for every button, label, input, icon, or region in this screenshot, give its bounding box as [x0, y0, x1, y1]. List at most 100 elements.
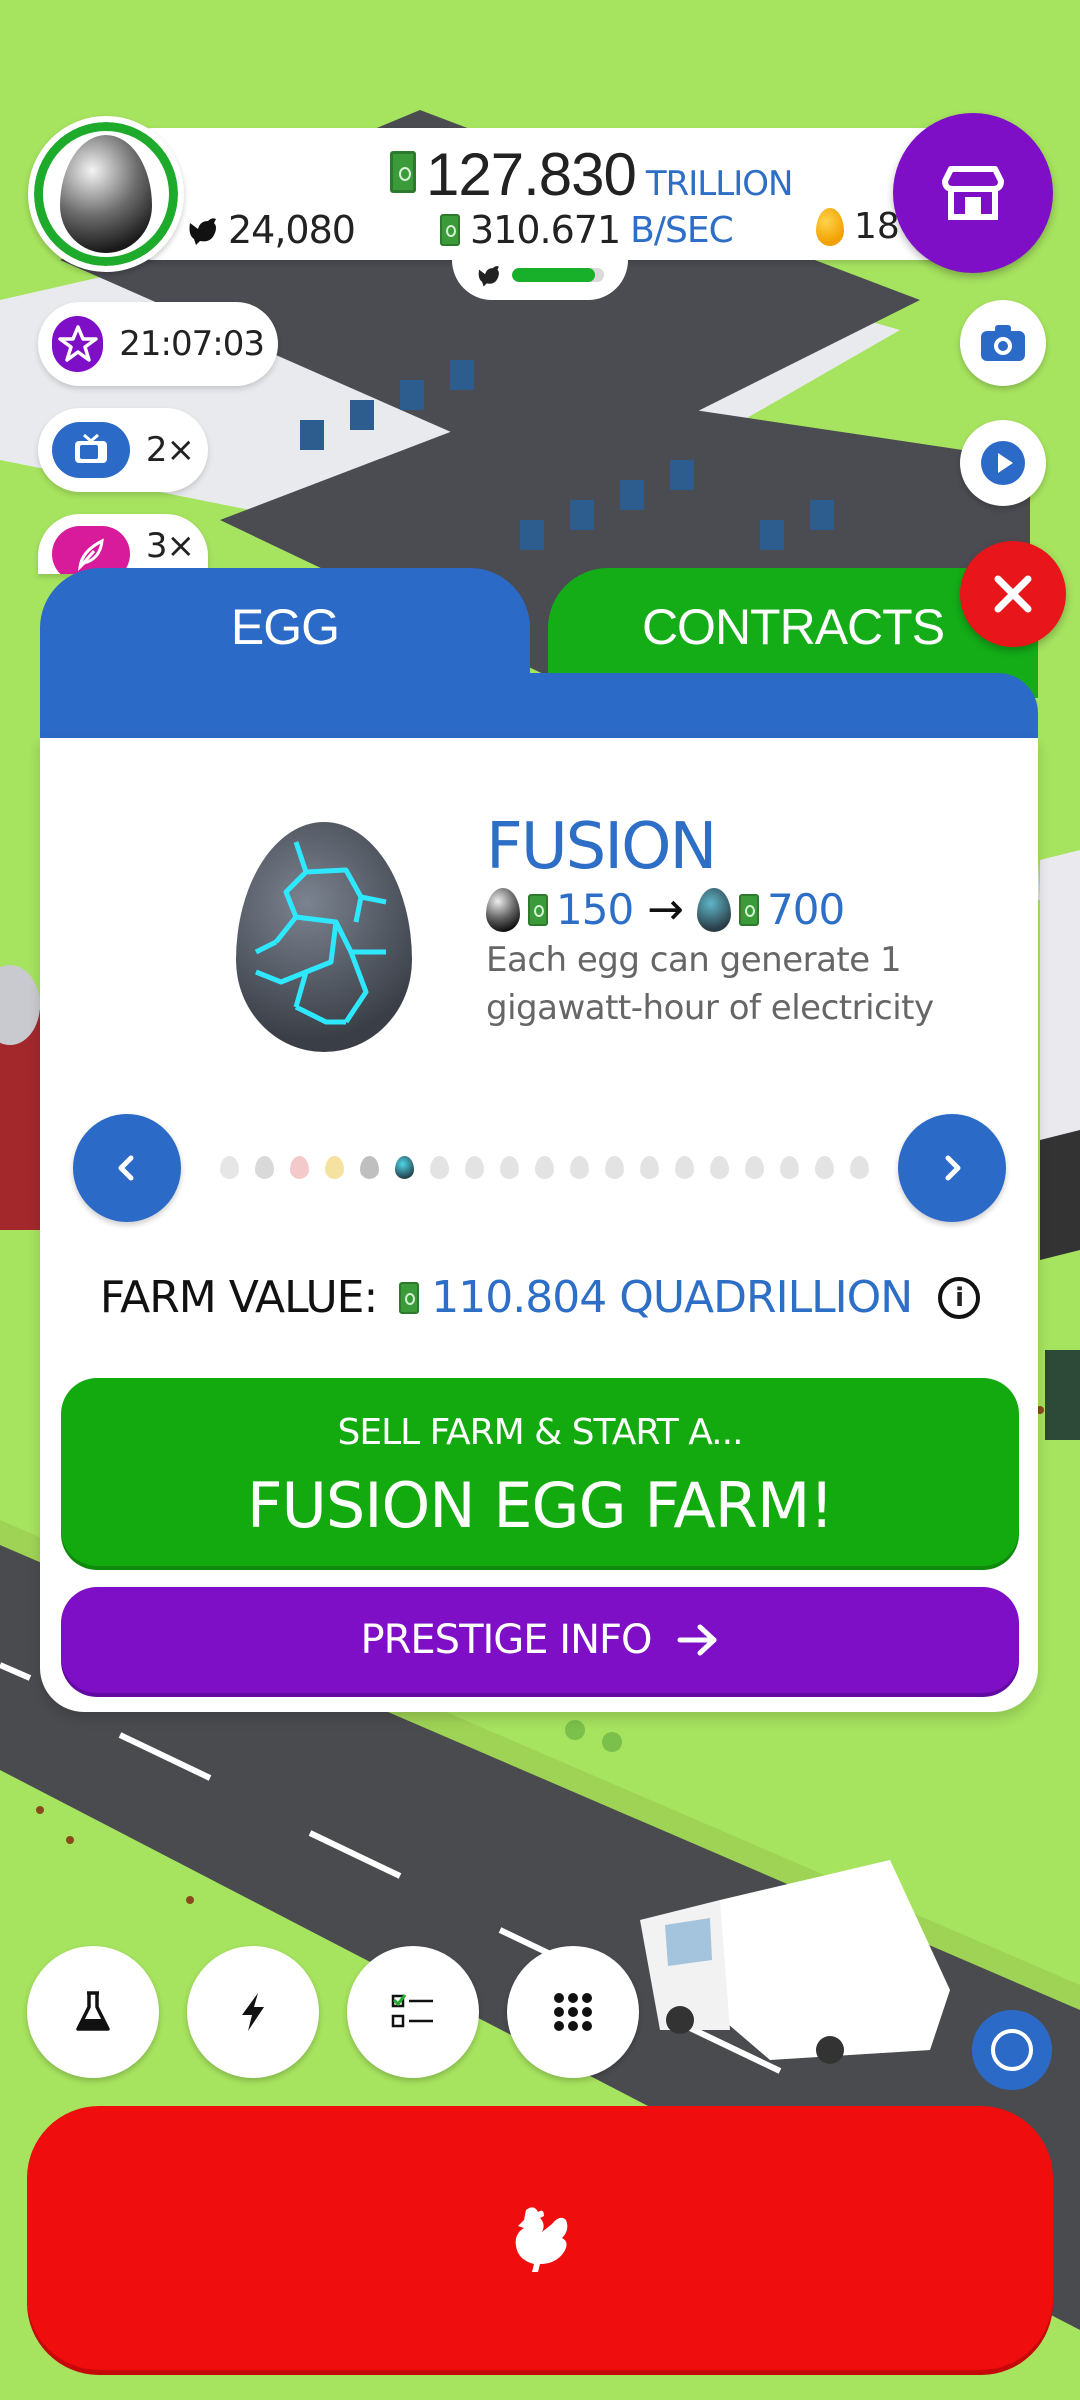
cash-icon: [739, 893, 760, 926]
close-icon: [994, 575, 1032, 613]
cash-icon: [440, 214, 460, 246]
income-rate-unit: B/SEC: [630, 209, 734, 251]
tab-egg[interactable]: EGG: [40, 568, 530, 738]
income-rate: 310.671 B/SEC: [440, 208, 734, 252]
golden-egg-value: 18: [854, 206, 900, 247]
shop-button[interactable]: [893, 113, 1053, 273]
drone-target-button[interactable]: [972, 2010, 1052, 2090]
current-egg-mini-icon: [486, 887, 520, 932]
egg-dot[interactable]: [570, 1156, 589, 1179]
prestige-info-button[interactable]: PRESTIGE INFO: [61, 1587, 1019, 1693]
chicken-small-icon: [478, 266, 499, 287]
ring-icon: [991, 2029, 1033, 2071]
egg-value-from: 150: [556, 885, 634, 934]
cash-icon: [390, 151, 416, 193]
habitat-capacity-bar: [512, 268, 604, 282]
egg-name: FUSION: [486, 810, 717, 884]
camera-icon: [981, 325, 1025, 361]
missions-button[interactable]: [347, 1946, 479, 2078]
egg-dot[interactable]: [290, 1156, 309, 1179]
video-play-button[interactable]: [960, 420, 1046, 506]
habitat-capacity-tab[interactable]: [452, 250, 628, 300]
chicken-silhouette-icon: [189, 218, 216, 245]
egg-value-upgrade: 150 → 700: [486, 884, 845, 935]
egg-dot[interactable]: [430, 1156, 449, 1179]
fusion-egg-image: [236, 822, 412, 1052]
sell-farm-top-label: SELL FARM & START A...: [337, 1412, 743, 1453]
chicken-icon: [515, 2207, 568, 2272]
money-amount: 127.830: [426, 141, 637, 208]
cash-icon: [399, 1281, 420, 1314]
prestige-info-label: PRESTIGE INFO: [360, 1617, 652, 1663]
chicken-count: 24,080: [186, 208, 356, 252]
egg-dot-selected[interactable]: [395, 1156, 414, 1179]
research-flask-icon: [76, 1991, 110, 2031]
egg-dot[interactable]: [780, 1156, 799, 1179]
boost-star-badge: [52, 316, 104, 372]
missions-checklist-icon: [391, 1994, 433, 2028]
egg-dot[interactable]: [850, 1156, 869, 1179]
tab-egg-label: EGG: [230, 599, 340, 655]
egg-dot[interactable]: [710, 1156, 729, 1179]
menu-grid-icon: [554, 1993, 592, 2031]
video-boost-badge: [52, 422, 130, 478]
golden-egg-count[interactable]: 18: [816, 206, 900, 247]
feather-icon: [77, 538, 104, 571]
research-button[interactable]: [27, 1946, 159, 2078]
current-egg-avatar[interactable]: [28, 116, 184, 272]
income-rate-amount: 310.671: [470, 208, 621, 252]
arrow-right-icon: →: [647, 884, 684, 935]
egg-dot[interactable]: [745, 1156, 764, 1179]
cash-icon: [528, 893, 548, 926]
egg-dot[interactable]: [465, 1156, 484, 1179]
chicken-count-value: 24,080: [228, 208, 356, 252]
habitat-capacity-fill: [512, 268, 595, 282]
hatch-chicken-button[interactable]: [27, 2106, 1053, 2370]
menu-button[interactable]: [507, 1946, 639, 2078]
egg-dot[interactable]: [220, 1156, 239, 1179]
egg-dot[interactable]: [255, 1156, 274, 1179]
avatar-ring: [38, 126, 174, 262]
feather-boost-badge: [52, 526, 130, 574]
egg-dot[interactable]: [360, 1156, 379, 1179]
farm-value-amount: 110.804 QUADRILLION: [431, 1272, 913, 1323]
boost-timer-pill[interactable]: 21:07:03: [38, 302, 278, 386]
farm-value-row: FARM VALUE: 110.804 QUADRILLION i: [0, 1272, 1080, 1323]
star-icon: [57, 325, 98, 362]
egg-dot[interactable]: [675, 1156, 694, 1179]
next-egg-button[interactable]: [898, 1114, 1006, 1222]
shop-store-icon: [942, 166, 1004, 220]
boost-lightning-icon: [242, 1993, 264, 2031]
fusion-egg-cracks: [254, 841, 387, 1025]
video-boost-pill[interactable]: 2×: [38, 408, 208, 492]
farm-value-label: FARM VALUE:: [99, 1272, 378, 1323]
golden-egg-icon: [816, 207, 844, 246]
previous-egg-button[interactable]: [73, 1114, 181, 1222]
egg-dot[interactable]: [500, 1156, 519, 1179]
close-panel-button[interactable]: [960, 541, 1066, 647]
egg-dot[interactable]: [815, 1156, 834, 1179]
arrow-right-icon: [677, 1624, 716, 1656]
tab-contracts-label: CONTRACTS: [641, 599, 945, 655]
sell-farm-main-label: FUSION EGG FARM!: [246, 1469, 834, 1542]
sell-farm-button[interactable]: SELL FARM & START A... FUSION EGG FARM!: [61, 1378, 1019, 1566]
chevron-right-icon: [945, 1155, 961, 1181]
chevron-left-icon: [118, 1155, 134, 1181]
info-icon[interactable]: i: [938, 1276, 981, 1319]
money-unit: TRILLION: [645, 164, 794, 204]
egg-value-to: 700: [767, 885, 845, 934]
video-boost-multiplier: 2×: [145, 430, 195, 470]
egg-dot[interactable]: [535, 1156, 554, 1179]
egg-dot[interactable]: [605, 1156, 624, 1179]
boosts-button[interactable]: [187, 1946, 319, 2078]
camera-button[interactable]: [960, 300, 1046, 386]
egg-description: Each egg can generate 1 gigawatt-hour of…: [486, 940, 934, 1028]
tv-icon: [74, 433, 107, 463]
boost-timer-text: 21:07:03: [119, 324, 265, 364]
money-display: 127.830 TRILLION: [390, 140, 794, 208]
egg-dot[interactable]: [325, 1156, 344, 1179]
egg-dot[interactable]: [640, 1156, 659, 1179]
feather-boost-pill[interactable]: 3×: [38, 514, 208, 574]
play-icon: [981, 441, 1025, 485]
egg-carousel-dots: [220, 1156, 869, 1179]
